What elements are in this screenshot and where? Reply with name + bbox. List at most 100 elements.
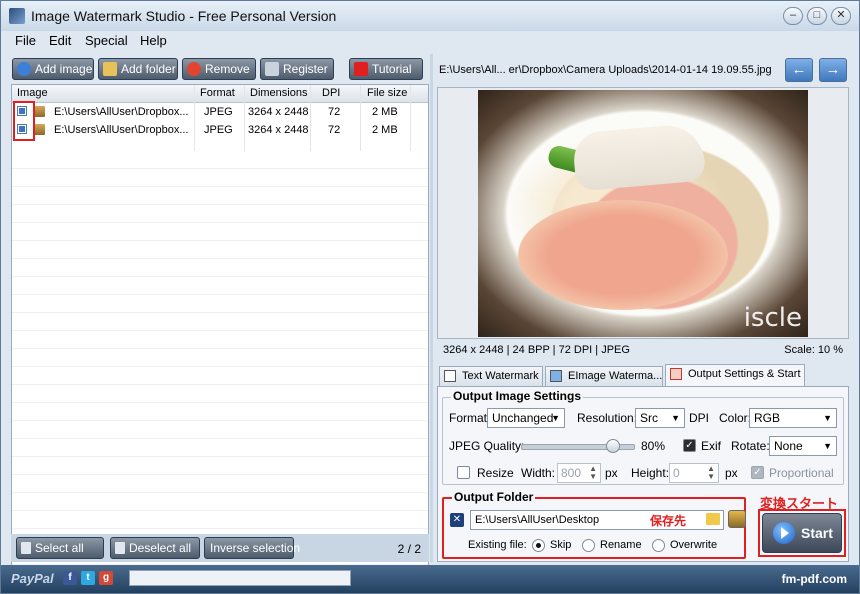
row-dimensions: 3264 x 2448 [248, 106, 309, 118]
remove-button[interactable]: Remove [182, 58, 256, 80]
resolution-label: Resolution: [577, 411, 638, 425]
table-row[interactable]: E:\Users\AllUser\Dropbox... JPEG 3264 x … [12, 121, 428, 139]
column-header-dimensions[interactable]: Dimensions [250, 87, 307, 99]
add-image-button[interactable]: Add image [12, 58, 94, 80]
menu-bar: File Edit Special Help [1, 31, 859, 51]
clear-path-icon[interactable]: ✕ [450, 513, 464, 527]
group-title: Output Folder [452, 490, 536, 504]
preview-panel: E:\Users\All... er\Dropbox\Camera Upload… [433, 54, 853, 562]
rotate-select[interactable]: None ▼ [769, 436, 837, 456]
preview-file-path: E:\Users\All... er\Dropbox\Camera Upload… [439, 64, 772, 76]
resolution-select[interactable]: Src ▼ [635, 408, 685, 428]
photo-fish [571, 122, 707, 192]
menu-special[interactable]: Special [85, 33, 128, 48]
maximize-button[interactable]: □ [807, 7, 827, 25]
add-folder-label: Add folder [121, 62, 176, 76]
row-dimensions: 3264 x 2448 [248, 124, 309, 136]
add-folder-button[interactable]: Add folder [98, 58, 178, 80]
select-all-button[interactable]: Select all [16, 537, 104, 559]
table-row[interactable]: E:\Users\AllUser\Dropbox... JPEG 3264 x … [12, 103, 428, 121]
scale-readout: Scale: 10 % [784, 344, 843, 356]
menu-help[interactable]: Help [140, 33, 167, 48]
menu-edit[interactable]: Edit [49, 33, 71, 48]
skip-radio[interactable] [532, 539, 545, 552]
width-value: 800 [561, 466, 582, 480]
facebook-icon[interactable]: f [63, 571, 77, 585]
chevron-down-icon: ▼ [671, 413, 680, 423]
preview-path-bar: E:\Users\All... er\Dropbox\Camera Upload… [435, 56, 853, 84]
column-header-dpi[interactable]: DPI [322, 87, 340, 99]
width-stepper[interactable]: 800 ▲ ▼ [557, 463, 601, 483]
exif-checkbox[interactable]: ✓ [683, 439, 696, 452]
add-image-icon [17, 62, 31, 76]
column-header-format[interactable]: Format [200, 87, 235, 99]
arrow-left-icon: ← [791, 61, 807, 78]
paypal-link[interactable]: PayPal [11, 571, 54, 586]
google-plus-icon[interactable]: g [99, 571, 113, 585]
folder-open-icon[interactable] [706, 513, 720, 525]
overwrite-radio[interactable] [652, 539, 665, 552]
height-stepper[interactable]: 0 ▲ ▼ [669, 463, 719, 483]
row-dpi: 72 [328, 124, 341, 136]
tab-text-watermark[interactable]: Text Watermark [439, 366, 543, 386]
format-select[interactable]: Unchanged ▼ [487, 408, 565, 428]
output-image-settings-group: Output Image Settings Format: Unchanged … [442, 389, 844, 485]
register-button[interactable]: Register [260, 58, 334, 80]
select-all-icon [21, 542, 31, 554]
folder-icon [103, 62, 117, 76]
resize-label: Resize [477, 466, 514, 480]
inverse-selection-button[interactable]: Inverse selection [204, 537, 300, 559]
minimize-button[interactable]: – [783, 7, 803, 25]
tab-label: Output Settings & Start [688, 368, 801, 380]
add-image-label: Add image [35, 62, 93, 76]
tutorial-button[interactable]: Tutorial [349, 58, 423, 80]
slider-knob[interactable] [606, 439, 621, 453]
column-header-image[interactable]: Image [17, 87, 48, 99]
height-label: Height: [631, 466, 670, 480]
remove-label: Remove [205, 62, 250, 76]
existing-file-label: Existing file: [468, 539, 527, 551]
dpi-label: DPI [689, 411, 710, 425]
rename-radio[interactable] [582, 539, 595, 552]
row-file-size: 2 MB [372, 106, 398, 118]
play-icon [773, 522, 795, 544]
arrow-right-icon: → [825, 61, 841, 78]
app-window: Image Watermark Studio - Free Personal V… [0, 0, 860, 594]
register-icon [265, 62, 279, 76]
twitter-icon[interactable]: t [81, 571, 95, 585]
color-select[interactable]: RGB ▼ [749, 408, 837, 428]
photo-sauce [518, 200, 728, 310]
row-format: JPEG [204, 124, 233, 136]
close-button[interactable]: ✕ [831, 7, 851, 25]
column-header-file-size[interactable]: File size [367, 87, 407, 99]
next-image-button[interactable]: → [819, 58, 847, 82]
window-title: Image Watermark Studio - Free Personal V… [31, 8, 337, 24]
browse-folder-button[interactable] [728, 510, 746, 528]
jpeg-quality-slider[interactable] [521, 439, 635, 453]
start-label: Start [801, 525, 833, 541]
image-list-panel: Add image Add folder Remove Register Tut… [9, 54, 429, 582]
height-value: 0 [673, 466, 680, 480]
website-link[interactable]: fm-pdf.com [782, 572, 847, 586]
progress-bar [129, 570, 351, 586]
start-button[interactable]: Start [762, 513, 842, 553]
resize-checkbox[interactable] [457, 466, 470, 479]
tools-icon [670, 368, 682, 380]
deselect-all-button[interactable]: Deselect all [110, 537, 200, 559]
color-value: RGB [754, 411, 781, 425]
image-count: 2 / 2 [397, 542, 421, 556]
proportional-checkbox[interactable]: ✓ [751, 466, 764, 479]
play-icon [354, 62, 368, 76]
deselect-all-icon [115, 542, 125, 554]
previous-image-button[interactable]: ← [785, 58, 813, 82]
settings-tabs: Text Watermark EImage Waterma... Output … [437, 364, 849, 387]
tab-output-settings[interactable]: Output Settings & Start [665, 364, 805, 387]
row-dpi: 72 [328, 106, 341, 118]
tab-image-watermark[interactable]: EImage Waterma... [545, 366, 663, 386]
overwrite-label: Overwrite [670, 539, 718, 551]
chevron-down-icon: ▼ [823, 413, 832, 423]
rotate-label: Rotate: [731, 439, 770, 453]
output-folder-path: E:\Users\AllUser\Desktop [475, 514, 600, 526]
menu-file[interactable]: File [15, 33, 36, 48]
image-info-bar: 3264 x 2448 | 24 BPP | 72 DPI | JPEG Sca… [437, 341, 849, 359]
